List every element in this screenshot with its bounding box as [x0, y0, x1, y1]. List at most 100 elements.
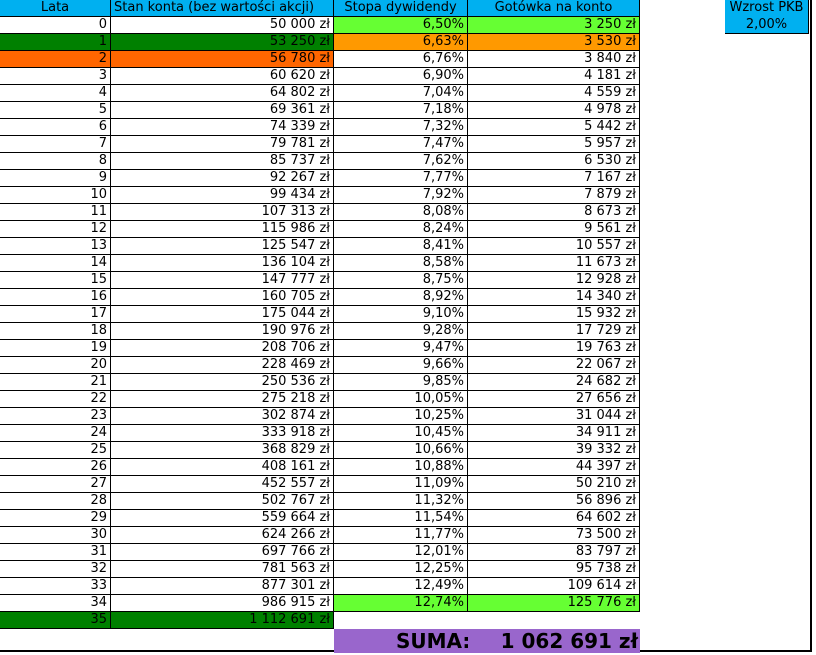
cell-year[interactable]: 8 — [0, 153, 111, 170]
cell-rate[interactable]: 7,18% — [334, 102, 468, 119]
cell-year[interactable]: 29 — [0, 510, 111, 527]
cell-year[interactable]: 0 — [0, 17, 111, 34]
cell-balance[interactable]: 368 829 zł — [111, 442, 334, 459]
header-dividend-rate[interactable]: Stopa dywidendy — [334, 0, 468, 17]
cell-balance[interactable]: 64 802 zł — [111, 85, 334, 102]
cell-rate[interactable]: 8,92% — [334, 289, 468, 306]
cell-cash[interactable]: 31 044 zł — [468, 408, 640, 425]
cell-year[interactable]: 5 — [0, 102, 111, 119]
cell-balance[interactable]: 302 874 zł — [111, 408, 334, 425]
cell-balance[interactable]: 250 536 zł — [111, 374, 334, 391]
cell-balance[interactable]: 74 339 zł — [111, 119, 334, 136]
cell-cash[interactable]: 15 932 zł — [468, 306, 640, 323]
cell-rate[interactable]: 10,45% — [334, 425, 468, 442]
cell-cash[interactable]: 7 167 zł — [468, 170, 640, 187]
cell-cash[interactable]: 95 738 zł — [468, 561, 640, 578]
cell-cash[interactable]: 3 840 zł — [468, 51, 640, 68]
cell-cash[interactable]: 9 561 zł — [468, 221, 640, 238]
cell-rate[interactable]: 7,92% — [334, 187, 468, 204]
cell-rate[interactable]: 7,47% — [334, 136, 468, 153]
cell-rate[interactable]: 7,04% — [334, 85, 468, 102]
cell-cash[interactable]: 7 879 zł — [468, 187, 640, 204]
cell-rate[interactable]: 7,62% — [334, 153, 468, 170]
sum-label-cell[interactable]: SUMA: — [334, 629, 470, 653]
cell-year[interactable]: 4 — [0, 85, 111, 102]
cell-rate[interactable]: 10,66% — [334, 442, 468, 459]
cell-rate[interactable]: 10,05% — [334, 391, 468, 408]
cell-cash[interactable]: 3 250 zł — [468, 17, 640, 34]
cell-balance[interactable]: 136 104 zł — [111, 255, 334, 272]
cell-cash[interactable]: 19 763 zł — [468, 340, 640, 357]
cell-year[interactable]: 21 — [0, 374, 111, 391]
header-cash[interactable]: Gotówka na konto — [468, 0, 640, 17]
cell-balance[interactable]: 624 266 zł — [111, 527, 334, 544]
cell-balance[interactable]: 1 112 691 zł — [111, 612, 334, 629]
cell-year[interactable]: 26 — [0, 459, 111, 476]
cell-year[interactable]: 11 — [0, 204, 111, 221]
cell-rate[interactable]: 6,90% — [334, 68, 468, 85]
cell-year[interactable]: 14 — [0, 255, 111, 272]
cell-rate[interactable]: 8,75% — [334, 272, 468, 289]
cell-year[interactable]: 30 — [0, 527, 111, 544]
cell-balance[interactable]: 50 000 zł — [111, 17, 334, 34]
cell-cash[interactable]: 64 602 zł — [468, 510, 640, 527]
cell-balance[interactable]: 79 781 zł — [111, 136, 334, 153]
cell-year[interactable]: 28 — [0, 493, 111, 510]
cell-rate[interactable]: 12,74% — [334, 595, 468, 612]
header-balance[interactable]: Stan konta (bez wartości akcji) — [111, 0, 334, 17]
cell-rate[interactable]: 12,25% — [334, 561, 468, 578]
cell-year[interactable]: 13 — [0, 238, 111, 255]
cell-balance[interactable]: 208 706 zł — [111, 340, 334, 357]
cell-cash[interactable]: 17 729 zł — [468, 323, 640, 340]
cell-year[interactable]: 9 — [0, 170, 111, 187]
cell-balance[interactable]: 697 766 zł — [111, 544, 334, 561]
cell-cash[interactable]: 34 911 zł — [468, 425, 640, 442]
cell-rate[interactable]: 11,77% — [334, 527, 468, 544]
cell-balance[interactable]: 160 705 zł — [111, 289, 334, 306]
cell-cash[interactable]: 6 530 zł — [468, 153, 640, 170]
cell-balance[interactable]: 99 434 zł — [111, 187, 334, 204]
cell-balance[interactable]: 175 044 zł — [111, 306, 334, 323]
cell-year[interactable]: 27 — [0, 476, 111, 493]
cell-year[interactable]: 34 — [0, 595, 111, 612]
cell-balance[interactable]: 190 976 zł — [111, 323, 334, 340]
cell-cash[interactable]: 3 530 zł — [468, 34, 640, 51]
cell-cash[interactable] — [468, 612, 640, 629]
cell-balance[interactable]: 56 780 zł — [111, 51, 334, 68]
cell-year[interactable]: 20 — [0, 357, 111, 374]
sum-value-cell[interactable]: 1 062 691 zł — [468, 629, 640, 653]
cell-cash[interactable]: 22 067 zł — [468, 357, 640, 374]
cell-rate[interactable]: 8,08% — [334, 204, 468, 221]
cell-balance[interactable]: 781 563 zł — [111, 561, 334, 578]
cell-rate[interactable]: 9,47% — [334, 340, 468, 357]
cell-balance[interactable]: 115 986 zł — [111, 221, 334, 238]
cell-balance[interactable]: 60 620 zł — [111, 68, 334, 85]
cell-cash[interactable]: 10 557 zł — [468, 238, 640, 255]
cell-year[interactable]: 7 — [0, 136, 111, 153]
cell-rate[interactable]: 7,32% — [334, 119, 468, 136]
cell-rate[interactable]: 11,09% — [334, 476, 468, 493]
cell-balance[interactable]: 228 469 zł — [111, 357, 334, 374]
cell-balance[interactable]: 408 161 zł — [111, 459, 334, 476]
cell-balance[interactable]: 69 361 zł — [111, 102, 334, 119]
cell-rate[interactable]: 11,54% — [334, 510, 468, 527]
cell-year[interactable]: 22 — [0, 391, 111, 408]
cell-balance[interactable]: 107 313 zł — [111, 204, 334, 221]
cell-year[interactable]: 32 — [0, 561, 111, 578]
cell-cash[interactable]: 50 210 zł — [468, 476, 640, 493]
cell-rate[interactable]: 6,63% — [334, 34, 468, 51]
gdp-growth-label[interactable]: Wzrost PKB — [725, 0, 809, 17]
cell-rate[interactable]: 12,49% — [334, 578, 468, 595]
cell-rate[interactable]: 8,58% — [334, 255, 468, 272]
cell-balance[interactable]: 125 547 zł — [111, 238, 334, 255]
cell-balance[interactable]: 986 915 zł — [111, 595, 334, 612]
cell-year[interactable]: 6 — [0, 119, 111, 136]
gdp-growth-value[interactable]: 2,00% — [725, 17, 809, 34]
cell-year[interactable]: 15 — [0, 272, 111, 289]
cell-cash[interactable]: 4 181 zł — [468, 68, 640, 85]
cell-rate[interactable]: 7,77% — [334, 170, 468, 187]
header-years[interactable]: Lata — [0, 0, 111, 17]
cell-rate[interactable]: 8,41% — [334, 238, 468, 255]
cell-year[interactable]: 31 — [0, 544, 111, 561]
cell-balance[interactable]: 452 557 zł — [111, 476, 334, 493]
